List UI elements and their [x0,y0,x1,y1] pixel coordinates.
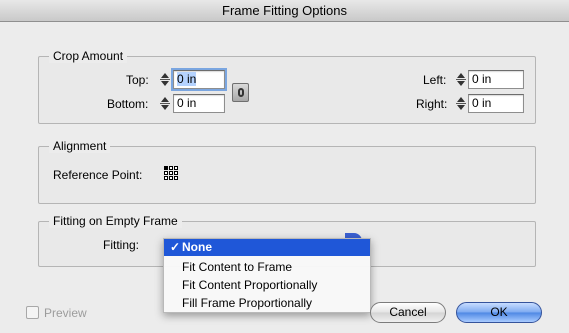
fitting-label: Fitting: [103,238,140,252]
top-label: Top: [126,73,149,87]
cancel-button-label: Cancel [389,305,427,319]
stepper-down-icon [161,81,169,86]
reference-point-selector[interactable] [164,166,178,180]
right-stepper[interactable] [456,95,466,112]
window-title: Frame Fitting Options [222,3,347,18]
ref-point-bottom-left[interactable] [164,176,168,180]
left-field[interactable]: 0 in [468,70,524,89]
ref-point-bottom-right[interactable] [174,176,178,180]
menu-item-label: Fill Frame Proportionally [182,296,313,310]
ref-point-top-center[interactable] [169,166,173,170]
left-value: 0 in [472,72,492,86]
stepper-divider [456,79,466,80]
ref-point-top-left[interactable] [164,166,168,170]
stepper-down-icon [457,105,465,110]
menu-item-label: None [182,240,212,254]
right-field[interactable]: 0 in [468,94,524,113]
menu-item-fit-content-proportionally[interactable]: Fit Content Proportionally [164,277,370,294]
ref-point-center[interactable] [169,171,173,175]
crop-amount-legend: Crop Amount [49,49,128,63]
bottom-label: Bottom: [107,97,149,111]
stepper-up-icon [161,73,169,78]
alignment-legend: Alignment [49,139,111,153]
right-value: 0 in [472,96,492,110]
preview-checkbox[interactable] [26,306,39,319]
top-field[interactable]: 0 in [173,70,225,89]
bottom-value: 0 in [177,96,197,110]
menu-item-fit-content-to-frame[interactable]: Fit Content to Frame [164,259,370,276]
menu-item-label: Fit Content to Frame [182,260,293,274]
ref-point-bottom-center[interactable] [169,176,173,180]
stepper-down-icon [457,81,465,86]
stepper-divider [160,79,170,80]
cancel-button[interactable]: Cancel [370,302,446,323]
chain-link-icon [238,88,244,97]
crop-amount-group [38,56,536,124]
left-label: Left: [423,73,447,87]
menu-item-fill-frame-proportionally[interactable]: Fill Frame Proportionally [164,295,370,312]
stepper-up-icon [457,73,465,78]
ok-button[interactable]: OK [456,302,542,323]
ref-point-top-right[interactable] [174,166,178,170]
menu-item-label: Fit Content Proportionally [182,278,318,292]
left-stepper[interactable] [456,71,466,88]
bottom-stepper[interactable] [160,95,170,112]
right-label: Right: [416,97,448,111]
stepper-up-icon [161,97,169,102]
stepper-divider [160,103,170,104]
window-title-bar: Frame Fitting Options [0,0,569,22]
fitting-empty-frame-legend: Fitting on Empty Frame [49,214,182,228]
reference-point-label: Reference Point: [53,168,143,182]
ok-button-label: OK [490,305,508,319]
constrain-proportions-button[interactable] [232,83,249,102]
stepper-down-icon [161,105,169,110]
fitting-dropdown-menu: ✓ None Fit Content to Frame Fit Content … [163,238,371,313]
stepper-divider [456,103,466,104]
checkmark-icon: ✓ [170,240,181,254]
bottom-field[interactable]: 0 in [173,94,225,113]
stepper-up-icon [457,97,465,102]
top-stepper[interactable] [160,71,170,88]
menu-item-none[interactable]: ✓ None [164,239,370,256]
preview-label[interactable]: Preview [44,306,87,320]
top-value: 0 in [177,72,197,86]
ref-point-middle-right[interactable] [174,171,178,175]
ref-point-middle-left[interactable] [164,171,168,175]
